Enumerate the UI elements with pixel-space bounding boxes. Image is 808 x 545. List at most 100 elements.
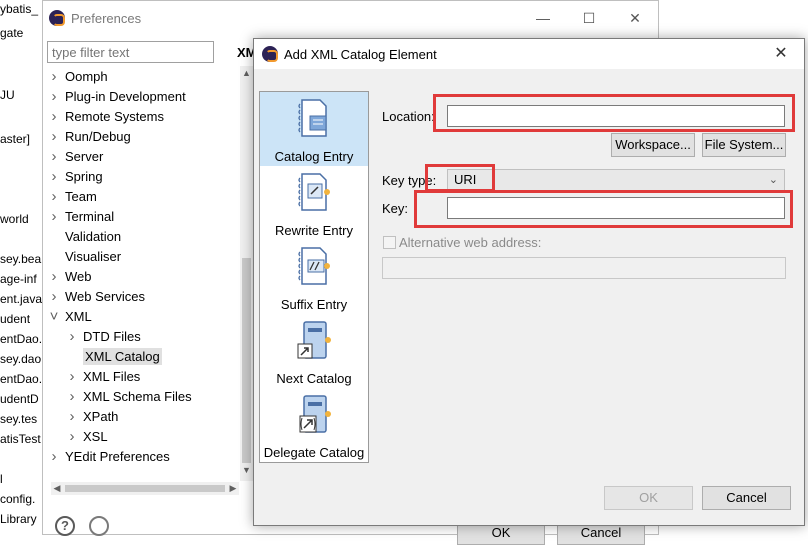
chevron-right-icon[interactable]: › bbox=[47, 268, 61, 285]
background-text: l bbox=[0, 472, 3, 486]
key-type-select[interactable]: URI ⌄ bbox=[447, 169, 785, 191]
close-icon[interactable]: ✕ bbox=[758, 39, 804, 69]
tree-item-label: Team bbox=[65, 188, 97, 204]
tree-item[interactable]: Validation bbox=[47, 226, 121, 246]
tree-item[interactable]: › Server bbox=[47, 146, 104, 166]
delegate-catalog-item[interactable]: Delegate Catalog bbox=[260, 388, 368, 462]
tree-item-label: Visualiser bbox=[65, 248, 122, 264]
alternative-web-address-label: Alternative web address: bbox=[399, 235, 542, 250]
chevron-right-icon[interactable]: › bbox=[47, 188, 61, 205]
background-text: udentD bbox=[0, 392, 39, 406]
chevron-right-icon[interactable]: › bbox=[65, 408, 79, 425]
chevron-right-icon[interactable]: › bbox=[47, 448, 61, 465]
import-export-icon[interactable] bbox=[89, 516, 109, 536]
help-icon[interactable]: ? bbox=[55, 516, 75, 536]
key-input[interactable] bbox=[447, 197, 785, 219]
tree-item[interactable]: › Team bbox=[47, 186, 97, 206]
chevron-right-icon[interactable]: › bbox=[65, 368, 79, 385]
tree-item[interactable]: › Web Services bbox=[47, 286, 145, 306]
tree-item[interactable]: › Spring bbox=[47, 166, 103, 186]
background-text: sey.dao bbox=[0, 352, 42, 366]
chevron-right-icon[interactable]: › bbox=[47, 288, 61, 305]
tree-item[interactable]: › XML Files bbox=[65, 366, 141, 386]
tree-item[interactable]: › Terminal bbox=[47, 206, 115, 226]
tree-item[interactable]: ˅ XML bbox=[47, 306, 92, 326]
background-text: config. bbox=[0, 492, 36, 506]
tree-item-label: YEdit Preferences bbox=[65, 448, 170, 464]
background-text: gate bbox=[0, 26, 24, 40]
tree-item-label: XML Catalog bbox=[83, 347, 162, 365]
tree-item[interactable]: › YEdit Preferences bbox=[47, 446, 170, 466]
suffix-entry-item[interactable]: Suffix Entry bbox=[260, 240, 368, 314]
scroll-thumb[interactable] bbox=[242, 258, 251, 463]
entry-label: Delegate Catalog bbox=[263, 445, 365, 460]
close-icon[interactable]: ✕ bbox=[612, 1, 658, 35]
chevron-right-icon[interactable]: › bbox=[47, 68, 61, 85]
tree-horizontal-scrollbar[interactable]: ◀ ▶ bbox=[51, 482, 239, 495]
background-text: atisTest bbox=[0, 432, 41, 446]
background-text: world bbox=[0, 212, 29, 226]
chevron-right-icon[interactable]: › bbox=[47, 148, 61, 165]
key-type-value: URI bbox=[454, 172, 477, 187]
catalog-entry-item[interactable]: Catalog Entry bbox=[260, 92, 368, 166]
chevron-right-icon[interactable]: › bbox=[65, 428, 79, 445]
tree-item[interactable]: › Remote Systems bbox=[47, 106, 164, 126]
tree-item-label: Oomph bbox=[65, 68, 108, 84]
tree-item[interactable]: › XPath bbox=[65, 406, 119, 426]
entry-label: Next Catalog bbox=[276, 371, 352, 386]
scroll-up-icon[interactable]: ▲ bbox=[240, 68, 253, 82]
tree-item[interactable]: Visualiser bbox=[47, 246, 121, 266]
background-text: ent.java bbox=[0, 292, 42, 306]
background-text: age-inf bbox=[0, 272, 37, 286]
chevron-right-icon[interactable]: › bbox=[47, 168, 61, 185]
background-text: entDao. bbox=[0, 332, 42, 346]
scroll-thumb[interactable] bbox=[65, 485, 225, 492]
suffix-entry-icon bbox=[298, 247, 330, 285]
tree-item-label: Web bbox=[65, 268, 92, 284]
dialog-titlebar: Add XML Catalog Element bbox=[254, 39, 804, 69]
chevron-right-icon[interactable]: › bbox=[47, 108, 61, 125]
tree-item[interactable]: › Run/Debug bbox=[47, 126, 131, 146]
scroll-down-icon[interactable]: ▼ bbox=[240, 465, 253, 479]
filter-input[interactable] bbox=[47, 41, 214, 63]
alternative-web-address-checkbox[interactable] bbox=[383, 236, 396, 249]
dialog-title: Add XML Catalog Element bbox=[284, 46, 437, 62]
dialog-ok-button[interactable]: OK bbox=[604, 486, 693, 510]
location-label: Location: bbox=[382, 109, 435, 124]
chevron-right-icon[interactable]: › bbox=[47, 208, 61, 225]
tree-item[interactable]: › Oomph bbox=[47, 66, 108, 86]
entry-type-list: Catalog Entry Rewrite Entry Suffix Entry bbox=[259, 91, 369, 463]
tree-item-label: XML Files bbox=[83, 368, 141, 384]
next-catalog-item[interactable]: Next Catalog bbox=[260, 314, 368, 388]
maximize-icon[interactable]: ☐ bbox=[566, 1, 612, 35]
key-label: Key: bbox=[382, 201, 409, 216]
preferences-title: Preferences bbox=[71, 10, 142, 26]
entry-label: Suffix Entry bbox=[280, 297, 348, 312]
file-system-button[interactable]: File System... bbox=[702, 133, 786, 157]
tree-item[interactable]: › Web bbox=[47, 266, 92, 286]
minimize-icon[interactable]: — bbox=[520, 1, 566, 35]
location-input[interactable] bbox=[447, 105, 785, 127]
chevron-down-icon[interactable]: ˅ bbox=[47, 308, 61, 325]
chevron-right-icon[interactable]: › bbox=[47, 88, 61, 105]
background-text: JU bbox=[0, 88, 15, 102]
tree-item[interactable]: › Plug-in Development bbox=[47, 86, 186, 106]
rewrite-entry-item[interactable]: Rewrite Entry bbox=[260, 166, 368, 240]
tree-item-label: XML bbox=[65, 308, 92, 324]
scroll-left-icon[interactable]: ◀ bbox=[51, 482, 63, 495]
tree-vertical-scrollbar[interactable]: ▲ ▼ bbox=[240, 66, 253, 481]
tree-item[interactable]: › DTD Files bbox=[65, 326, 141, 346]
workspace-button[interactable]: Workspace... bbox=[611, 133, 695, 157]
chevron-right-icon[interactable]: › bbox=[65, 328, 79, 345]
alternative-web-address-input[interactable] bbox=[382, 257, 786, 279]
eclipse-icon bbox=[49, 10, 65, 26]
scroll-right-icon[interactable]: ▶ bbox=[227, 482, 239, 495]
tree-item-label: Plug-in Development bbox=[65, 88, 186, 104]
tree-item[interactable]: XML Catalog bbox=[65, 346, 162, 366]
tree-item[interactable]: › XSL bbox=[65, 426, 108, 446]
chevron-right-icon[interactable]: › bbox=[65, 388, 79, 405]
chevron-right-icon[interactable]: › bbox=[47, 128, 61, 145]
dialog-cancel-button[interactable]: Cancel bbox=[702, 486, 791, 510]
tree-item[interactable]: › XML Schema Files bbox=[65, 386, 192, 406]
tree-item-label: Remote Systems bbox=[65, 108, 164, 124]
